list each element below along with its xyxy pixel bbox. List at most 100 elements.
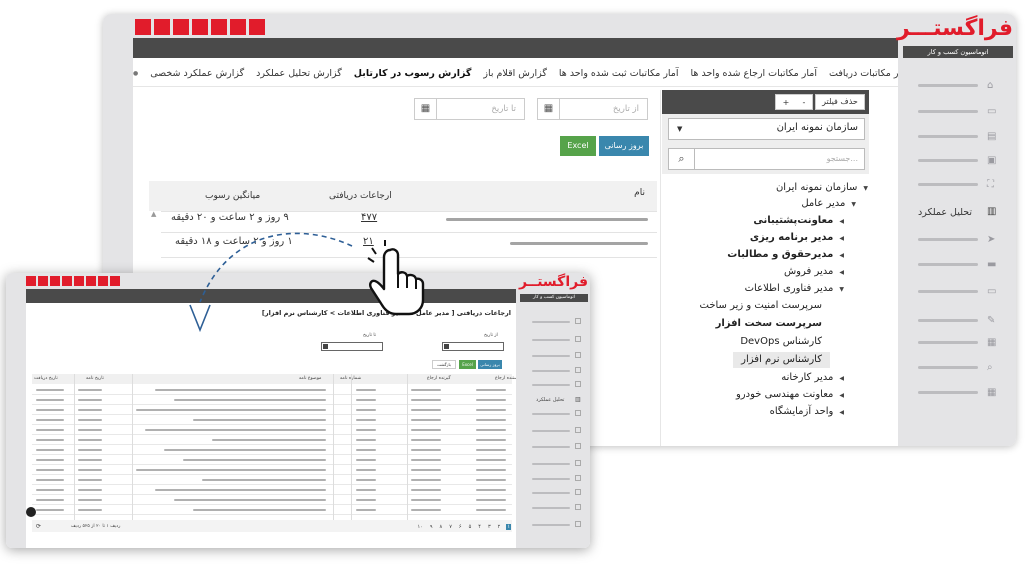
- excel-button[interactable]: Excel: [560, 136, 596, 156]
- sidebar-item[interactable]: [532, 370, 570, 372]
- message-icon[interactable]: ▭: [987, 286, 996, 297]
- send-icon[interactable]: ➤: [987, 234, 995, 245]
- home-icon[interactable]: ⌂: [987, 80, 993, 91]
- sidebar-item[interactable]: [918, 290, 978, 293]
- sidebar-item[interactable]: [918, 238, 978, 241]
- col-header-receiver[interactable]: گیرنده ارجاع: [427, 376, 451, 381]
- sidebar-item[interactable]: [532, 384, 570, 386]
- sidebar-item[interactable]: [532, 446, 570, 448]
- tab-received-letters[interactable]: آمار مکاتبات دریافت: [829, 68, 898, 79]
- tree-node[interactable]: سرپرست سخت افزار: [716, 316, 822, 332]
- calendar-icon[interactable]: ▦: [415, 99, 437, 119]
- tab-cartable-sediment[interactable]: گزارش رسوب در کارتابل: [354, 68, 472, 79]
- col-name-header[interactable]: نام: [634, 188, 645, 198]
- from-date-input[interactable]: [442, 342, 504, 351]
- from-date-input[interactable]: از تاریخ ▦: [537, 98, 648, 120]
- tree-node[interactable]: ◀ مدیر برنامه ریزی: [750, 230, 844, 246]
- archive-icon[interactable]: ▣: [987, 155, 996, 166]
- to-date-input[interactable]: تا تاریخ ▦: [414, 98, 525, 120]
- sidebar-icon[interactable]: [575, 489, 581, 495]
- tree-node[interactable]: ◀ معاونت مهندسی خودرو: [736, 387, 844, 403]
- back-button[interactable]: بازگشت: [432, 360, 456, 369]
- sidebar-item[interactable]: [532, 478, 570, 480]
- sidebar-item[interactable]: [532, 321, 570, 323]
- search-icon[interactable]: ⌕: [987, 362, 993, 373]
- sidebar-item[interactable]: [532, 507, 570, 509]
- tab-open-items[interactable]: گزارش اقلام باز: [483, 68, 547, 79]
- sidebar-icon[interactable]: [575, 318, 581, 324]
- sidebar-icon[interactable]: [575, 410, 581, 416]
- page-number[interactable]: ۹: [429, 524, 434, 530]
- sidebar-item[interactable]: [532, 430, 570, 432]
- sidebar-item[interactable]: [532, 524, 570, 526]
- chart-icon[interactable]: ▥: [575, 396, 581, 403]
- update-button[interactable]: بروز رسانی: [478, 360, 502, 369]
- sidebar-item[interactable]: [918, 391, 978, 394]
- plus-button[interactable]: +: [783, 98, 790, 107]
- col-received-header[interactable]: ارجاعات دریافتی: [329, 191, 392, 201]
- sidebar-icon[interactable]: [575, 381, 581, 387]
- calendar-icon[interactable]: ▦: [538, 99, 560, 119]
- sidebar-item[interactable]: [918, 319, 978, 322]
- sidebar-icon[interactable]: [575, 521, 581, 527]
- excel-button[interactable]: Excel: [459, 360, 476, 369]
- sidebar-icon[interactable]: [575, 427, 581, 433]
- tree-node[interactable]: کارشناس DevOps: [740, 334, 822, 350]
- minus-button[interactable]: -: [803, 98, 806, 107]
- tree-node[interactable]: ▼ سازمان نمونه ایران: [776, 180, 868, 196]
- received-count[interactable]: ۴۷۷: [361, 212, 377, 223]
- calendar-icon[interactable]: ▦: [987, 387, 996, 398]
- sidebar-item[interactable]: [532, 492, 570, 494]
- sidebar-icon[interactable]: [575, 460, 581, 466]
- sidebar-item-performance-analysis[interactable]: تحلیل عملکرد: [536, 397, 564, 403]
- org-select[interactable]: سازمان نمونه ایران ▼: [668, 118, 865, 140]
- tree-search-input[interactable]: جستجو... ⌕: [668, 148, 865, 170]
- tree-node[interactable]: سرپرست امنیت و زیر ساخت: [700, 298, 823, 314]
- calendar-icon[interactable]: [323, 344, 328, 349]
- sidebar-item[interactable]: [918, 110, 978, 113]
- col-header-receive-date[interactable]: تاریخ دریافت: [34, 376, 58, 381]
- col-header-subject[interactable]: موضوع نامه: [299, 376, 321, 381]
- folder-icon[interactable]: ▤: [987, 131, 996, 142]
- sidebar-icon[interactable]: [575, 443, 581, 449]
- col-header-letter-date[interactable]: تاریخ نامه: [86, 376, 104, 381]
- tree-node[interactable]: ◀ واحد آزمایشگاه: [770, 404, 844, 420]
- inbox-icon[interactable]: ▭: [987, 106, 996, 117]
- sidebar-item[interactable]: [918, 135, 978, 138]
- table-icon[interactable]: ▦: [987, 337, 996, 348]
- page-number[interactable]: ۶: [458, 524, 463, 530]
- page-number[interactable]: ۱: [506, 524, 511, 530]
- chart-icon[interactable]: ▥: [987, 206, 996, 217]
- page-number[interactable]: ۴: [477, 524, 482, 530]
- sidebar-item[interactable]: [918, 263, 978, 266]
- search-icon[interactable]: ⌕: [669, 149, 695, 169]
- workflow-icon[interactable]: ⛶: [987, 179, 994, 190]
- page-number[interactable]: ۳: [487, 524, 492, 530]
- sidebar-item[interactable]: [918, 366, 978, 369]
- tree-node[interactable]: ◀ معاونت‌پشتیبانی: [753, 213, 844, 229]
- sidebar-item[interactable]: [532, 355, 570, 357]
- tree-node[interactable]: ▼ مدیر عامل: [801, 196, 856, 212]
- page-number[interactable]: ۷: [448, 524, 453, 530]
- sidebar-item-performance-analysis[interactable]: تحلیل عملکرد: [918, 207, 972, 218]
- sidebar-item[interactable]: [918, 159, 978, 162]
- page-number[interactable]: ۸: [439, 524, 444, 530]
- tree-node[interactable]: ▼ مدیر فناوری اطلاعات: [745, 281, 844, 297]
- update-button[interactable]: بروز رسانی: [599, 136, 649, 156]
- page-number[interactable]: ۲: [497, 524, 502, 530]
- sidebar-icon[interactable]: [575, 352, 581, 358]
- tab-performance-analysis[interactable]: گزارش تحلیل عملکرد: [256, 68, 342, 79]
- tab-registered-letters[interactable]: آمار مکاتبات ثبت شده واحد ها: [559, 68, 679, 79]
- col-avg-header[interactable]: میانگین رسوب: [205, 191, 260, 201]
- edit-icon[interactable]: ✎: [987, 315, 995, 326]
- to-date-input[interactable]: [321, 342, 383, 351]
- tree-node-selected[interactable]: کارشناس نرم افزار: [733, 352, 830, 368]
- page-number[interactable]: ۱۰: [416, 524, 423, 530]
- tab-referred-letters[interactable]: آمار مکاتبات ارجاع شده واحد ها: [691, 68, 817, 79]
- sidebar-item[interactable]: [532, 413, 570, 415]
- sidebar-item[interactable]: [918, 183, 978, 186]
- refresh-icon[interactable]: ⟳: [36, 523, 41, 530]
- sidebar-item[interactable]: [532, 463, 570, 465]
- page-number[interactable]: ۵: [468, 524, 473, 530]
- sidebar-item[interactable]: [918, 84, 978, 87]
